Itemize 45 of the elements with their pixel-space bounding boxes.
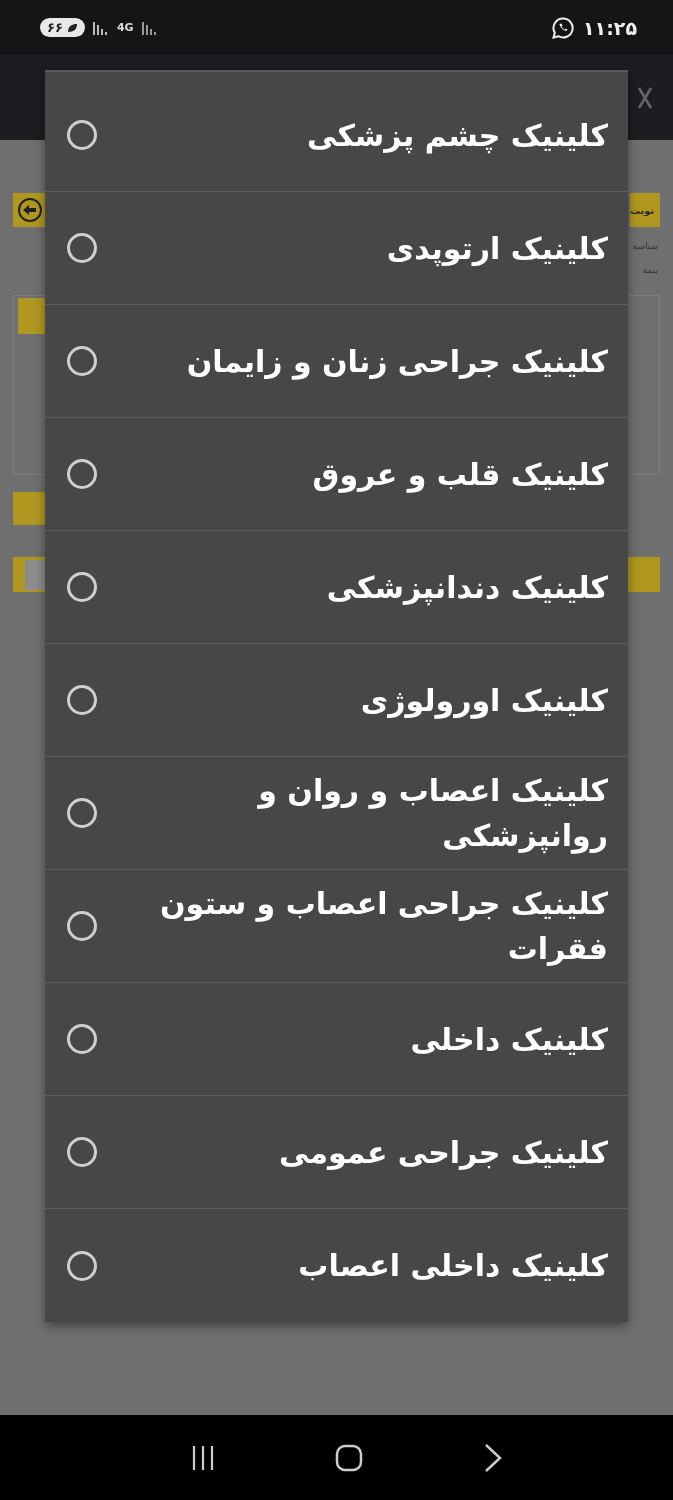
option-row[interactable]: کلینیک ارتوپدی	[45, 192, 628, 305]
option-row[interactable]: کلینیک جراحی اعصاب و ستون فقرات	[45, 870, 628, 983]
home-icon[interactable]	[334, 1442, 365, 1473]
radio-button[interactable]	[67, 572, 97, 602]
action-bar	[13, 492, 45, 525]
signal-icon	[92, 20, 109, 35]
option-label: کلینیک جراحی زنان و زایمان	[185, 342, 608, 382]
option-label: کلینیک قلب و عروق	[311, 455, 608, 495]
option-label: کلینیک جراحی اعصاب و ستون فقرات	[158, 885, 608, 968]
option-label: کلینیک ارتوپدی	[385, 229, 608, 269]
leaf-icon	[65, 21, 78, 34]
option-row[interactable]: کلینیک چشم پزشکی	[45, 79, 628, 192]
radio-button[interactable]	[67, 685, 97, 715]
battery-indicator: ۶۶	[40, 18, 85, 37]
tab-header: نوبت	[630, 193, 660, 227]
radio-button[interactable]	[67, 1137, 97, 1167]
option-label: کلینیک دندانپزشکی	[325, 568, 608, 608]
option-label: کلینیک اورولوژی	[359, 681, 608, 721]
option-label: کلینیک داخلی	[409, 1020, 608, 1059]
option-row[interactable]: کلینیک دندانپزشکی	[45, 531, 628, 644]
radio-button[interactable]	[67, 911, 97, 941]
option-row[interactable]: کلینیک جراحی عمومی	[45, 1096, 628, 1209]
radio-button[interactable]	[67, 346, 97, 376]
radio-button[interactable]	[67, 1250, 97, 1281]
network-label: 4G	[116, 21, 134, 34]
back-button[interactable]	[13, 193, 47, 227]
radio-button[interactable]	[67, 1024, 97, 1054]
option-row[interactable]: کلینیک اورولوژی	[45, 644, 628, 757]
radio-button[interactable]	[67, 120, 97, 150]
radio-button[interactable]	[67, 798, 97, 828]
option-row[interactable]: کلینیک قلب و عروق	[45, 418, 628, 531]
option-label: کلینیک چشم پزشکی	[306, 116, 608, 156]
option-row[interactable]: کلینیک اعصاب و روان و روانپزشکی	[45, 757, 628, 870]
option-label: کلینیک اعصاب و روان و روانپزشکی	[256, 772, 608, 856]
option-label: کلینیک جراحی عمومی	[278, 1133, 608, 1172]
option-row[interactable]: کلینیک داخلی اعصاب	[45, 1209, 628, 1322]
option-row[interactable]: کلینیک جراحی زنان و زایمان	[45, 305, 628, 418]
radio-button[interactable]	[67, 459, 97, 489]
chat-bubble-icon	[551, 15, 575, 40]
radio-button[interactable]	[67, 233, 97, 263]
signal-icon	[141, 20, 158, 35]
option-row[interactable]: کلینیک داخلی	[45, 983, 628, 1096]
close-icon[interactable]	[637, 85, 653, 110]
option-label: کلینیک داخلی اعصاب	[297, 1247, 608, 1285]
clock-time: ۱۱:۲۵	[583, 16, 637, 39]
